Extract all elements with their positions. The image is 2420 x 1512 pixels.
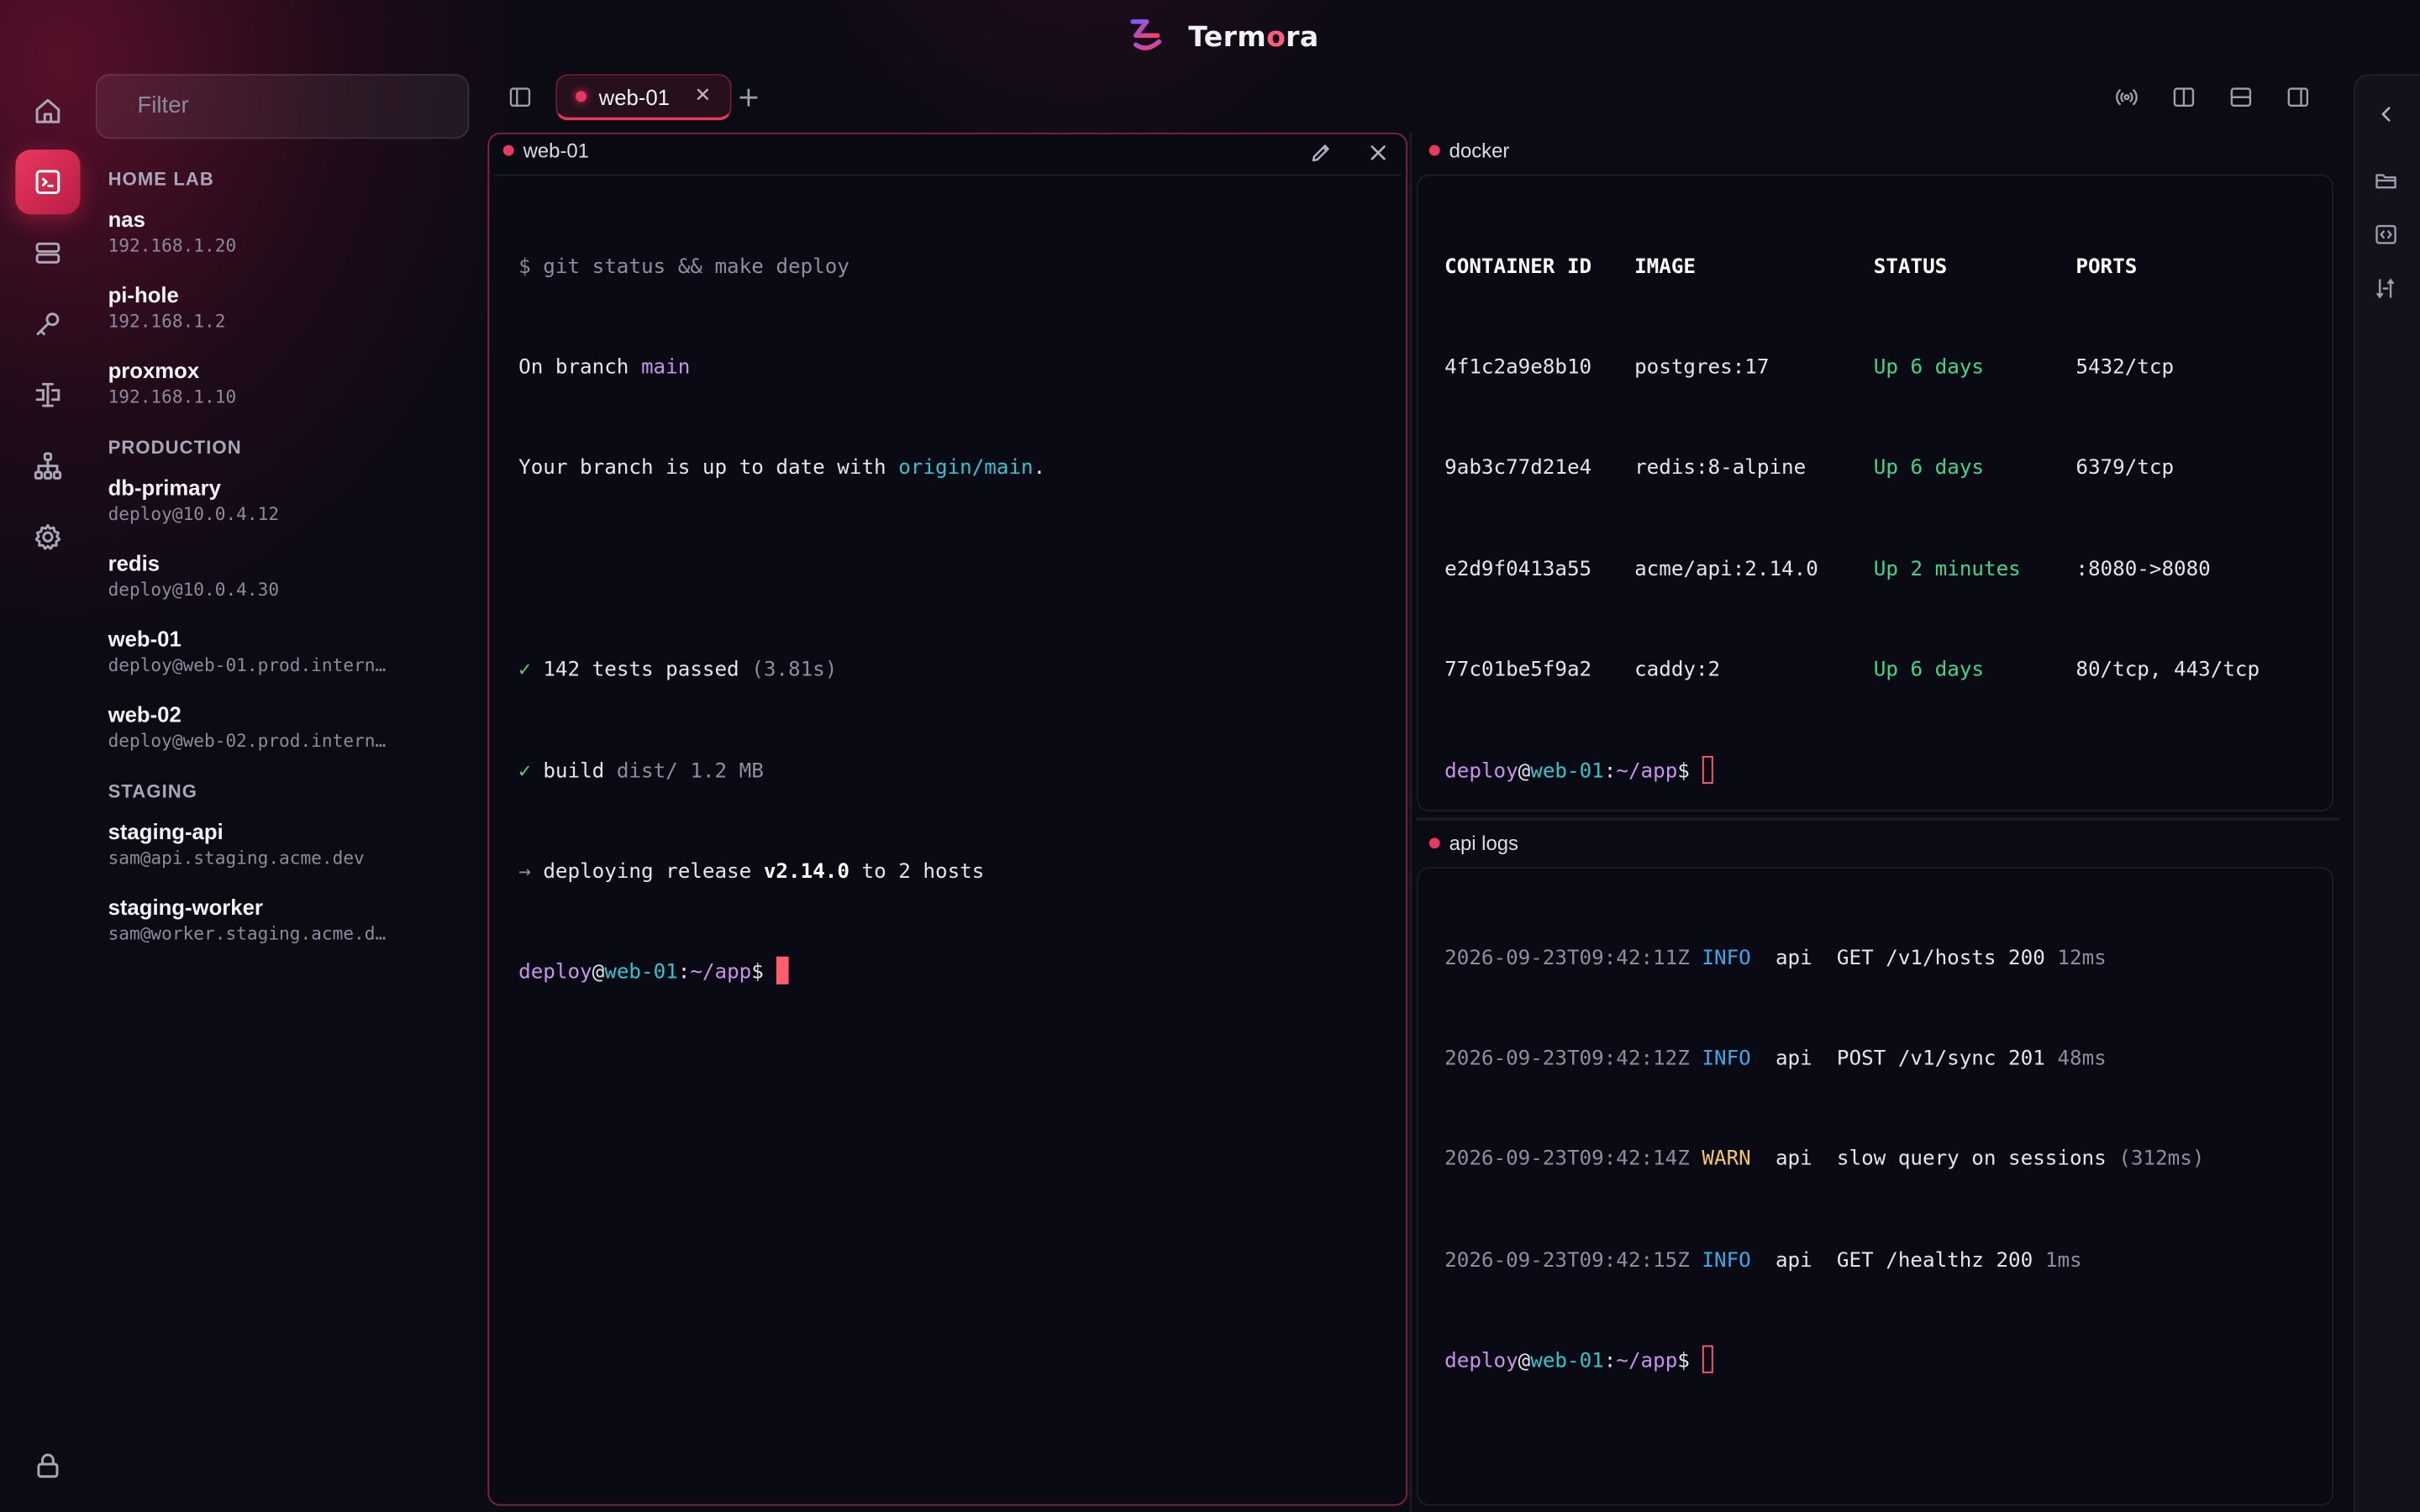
close-tab-icon[interactable]: ✕ (694, 85, 711, 108)
terminal-output-web-01[interactable]: $ git status && make deploy On branch ma… (518, 184, 1045, 1058)
status-dot (502, 144, 514, 156)
close-pane-icon[interactable] (1360, 134, 1397, 171)
status-dot (576, 91, 587, 102)
terminal-cursor (1702, 1345, 1713, 1373)
lock-icon[interactable] (15, 1433, 80, 1498)
table-header: CONTAINER ID IMAGE STATUS PORTS (1444, 255, 2138, 279)
host-name: pi-hole (108, 282, 179, 307)
group-title-production: PRODUCTION (108, 436, 242, 459)
host-name: web-02 (108, 701, 182, 727)
host-address: sam@worker.staging.acme.d… (108, 922, 387, 945)
host-address: 192.168.1.20 (108, 234, 237, 256)
host-address: deploy@10.0.4.30 (108, 578, 280, 601)
network-icon[interactable] (15, 433, 80, 498)
terminal-line-tests: ✓ 142 tests passed (3.81s) (518, 659, 838, 683)
rename-pane-icon[interactable] (1302, 134, 1339, 171)
terminal-line-uptodate: Your branch is up to date with origin/ma… (518, 457, 1046, 480)
host-name: staging-worker (108, 895, 263, 920)
terminal-prompt: deploy@web-01:~/app$ (1444, 1345, 2204, 1379)
log-row: 2026-09-23T09:42:12Z INFO api POST /v1/s… (1444, 1047, 2107, 1071)
status-dot (1428, 837, 1440, 849)
host-address: deploy@web-01.prod.intern… (108, 654, 387, 676)
terminal-cursor (1702, 755, 1713, 784)
sidebar-host-web-02[interactable]: web-02 deploy@web-02.prod.intern… (108, 702, 448, 752)
group-title-home-lab: HOME LAB (108, 168, 214, 190)
snippets-icon[interactable] (2367, 216, 2404, 253)
home-icon[interactable] (15, 79, 80, 144)
sidebar-host-nas[interactable]: nas 192.168.1.20 (108, 207, 448, 256)
app-window: Termora HOME LAB nas 192.168.1.20 pi-hol… (0, 0, 2420, 1512)
servers-icon[interactable] (15, 221, 80, 286)
port-forward-icon[interactable] (15, 363, 80, 428)
sidebar-host-staging-worker[interactable]: staging-worker sam@worker.staging.acme.d… (108, 895, 448, 944)
host-address: 192.168.1.10 (108, 386, 237, 407)
log-row: 2026-09-23T09:42:14Z WARN api slow query… (1444, 1148, 2205, 1172)
pane-title: docker (1449, 139, 1510, 162)
tab-label: web-01 (598, 84, 670, 109)
sidebar-host-staging-api[interactable]: staging-api sam@api.staging.acme.dev (108, 819, 448, 869)
host-name: web-01 (108, 626, 182, 652)
host-address: 192.168.1.2 (108, 310, 226, 332)
sidebar-host-pi-hole[interactable]: pi-hole 192.168.1.2 (108, 282, 448, 332)
status-dot (1428, 144, 1440, 156)
pane-header-web-01: web-01 (502, 139, 589, 162)
app-brand: Termora (1127, 15, 1319, 58)
terminal-icon[interactable] (15, 150, 81, 215)
terminal-output-docker[interactable]: CONTAINER ID IMAGE STATUS PORTS 4f1c2a9e8b1… (1444, 184, 2260, 857)
broadcast-icon[interactable] (2108, 79, 2145, 116)
log-row: 2026-09-23T09:42:11Z INFO api GET /v1/ho… (1444, 946, 2107, 970)
new-tab-button[interactable]: + (730, 79, 767, 116)
host-name: proxmox (108, 358, 200, 383)
pane-title: api logs (1449, 831, 1518, 855)
pane-splitter-vertical[interactable] (1408, 132, 1413, 1512)
app-title: Termora (1188, 20, 1319, 54)
logo-icon (1127, 14, 1167, 60)
terminal-prompt: deploy@web-01:~/app$ (1444, 755, 2260, 789)
pane-header-docker: docker (1428, 139, 1510, 162)
table-row: 77c01be5f9a2 caddy:2 Up 6 days 80/tcp, 443/… (1444, 659, 2260, 683)
split-horizontal-icon[interactable] (2223, 79, 2260, 116)
host-name: nas (108, 207, 145, 232)
host-address: sam@api.staging.acme.dev (108, 847, 365, 869)
host-name: redis (108, 550, 160, 576)
right-panel-icon[interactable] (2280, 79, 2317, 116)
log-row: 2026-09-23T09:42:15Z INFO api GET /healt… (1444, 1249, 2082, 1273)
sidebar-host-db-primary[interactable]: db-primary deploy@10.0.4.12 (108, 475, 448, 525)
toggle-sidebar-icon[interactable] (502, 79, 539, 116)
folder-icon[interactable] (2367, 162, 2404, 199)
sidebar-host-proxmox[interactable]: proxmox 192.168.1.10 (108, 358, 448, 407)
table-row: e2d9f0413a55 acme/api:2.14.0 Up 2 minutes:… (1444, 558, 2211, 582)
terminal-line-command: $ git status && make deploy (518, 255, 850, 279)
table-row: 4f1c2a9e8b10 postgres:17 Up 6 days 5432/tcp (1444, 356, 2175, 380)
pane-splitter-horizontal[interactable] (1417, 817, 2340, 822)
group-title-staging: STAGING (108, 780, 198, 803)
split-vertical-icon[interactable] (2165, 79, 2202, 116)
pane-title: web-01 (523, 139, 589, 162)
terminal-prompt: deploy@web-01:~/app$ (518, 957, 1045, 990)
terminal-line-branch: On branch main (518, 356, 691, 380)
host-address: deploy@10.0.4.12 (108, 502, 280, 525)
table-row: 9ab3c77d21e4 redis:8-alpine Up 6 days 6379/… (1444, 457, 2175, 480)
filter-input[interactable] (137, 92, 446, 119)
sidebar-host-web-01[interactable]: web-01 deploy@web-01.prod.intern… (108, 627, 448, 676)
terminal-line-build: ✓ build dist/ 1.2 MB (518, 759, 764, 784)
sidebar-host-redis[interactable]: redis deploy@10.0.4.30 (108, 551, 448, 601)
port-tunnel-icon[interactable] (2367, 270, 2404, 307)
filter-field[interactable] (95, 74, 470, 139)
tab-web-01[interactable]: web-01 ✕ (555, 74, 732, 121)
terminal-line-deploy: → deploying release v2.14.0 to 2 hosts (518, 860, 985, 885)
pane-header-api-logs: api logs (1428, 831, 1518, 855)
gear-icon[interactable] (15, 505, 80, 570)
terminal-cursor (776, 957, 789, 985)
terminal-output-api-logs[interactable]: 2026-09-23T09:42:11Z INFO api GET /v1/ho… (1444, 874, 2204, 1446)
host-name: db-primary (108, 475, 221, 501)
host-name: staging-api (108, 819, 224, 844)
host-address: deploy@web-02.prod.intern… (108, 729, 387, 752)
key-icon[interactable] (15, 291, 80, 356)
collapse-left-icon[interactable] (2367, 96, 2404, 133)
